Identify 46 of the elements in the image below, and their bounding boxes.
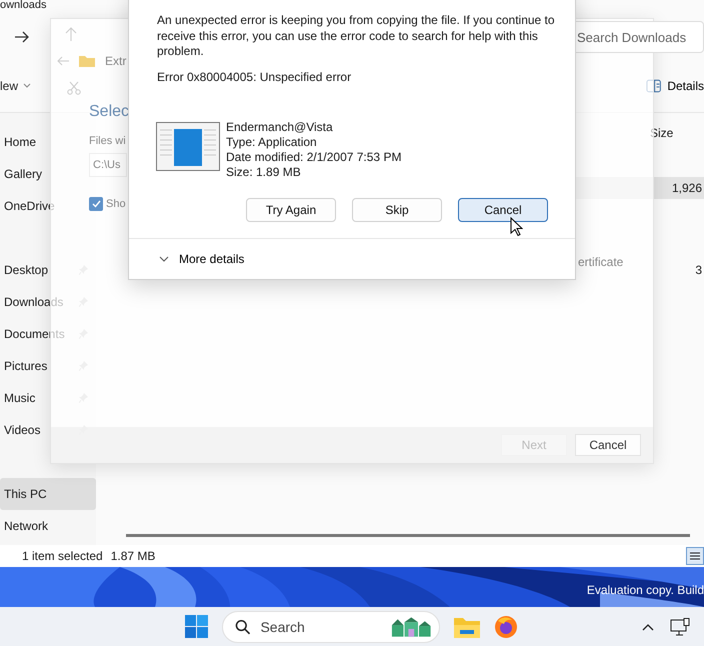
- breadcrumb: Extr: [105, 54, 126, 68]
- search-input[interactable]: Search: [258, 618, 382, 636]
- dialog-button[interactable]: Try Again: [246, 198, 336, 222]
- back-arrow-icon: [57, 56, 69, 66]
- forward-arrow-icon[interactable]: [14, 30, 30, 44]
- error-message: An unexpected error is keeping you from copying the file. If you continue to receive this error, you can use the error code to search for help with this problem.: [157, 13, 555, 60]
- file-date: Date modified: 2/1/2007 7:53 PM: [226, 150, 402, 164]
- file-thumbnail-icon: [156, 122, 220, 170]
- file-size: Size: 1.89 MB: [226, 164, 302, 180]
- scrollbar[interactable]: [126, 534, 690, 537]
- dialog-button[interactable]: Skip: [352, 198, 442, 222]
- status-text: 1 item selected: [22, 549, 103, 563]
- search-box[interactable]: Search: [222, 610, 440, 642]
- windows-start-icon[interactable]: [185, 615, 208, 638]
- sidebar-item[interactable]: This PC: [0, 478, 96, 510]
- wizard-button[interactable]: Cancel: [575, 434, 641, 456]
- wizard-heading: Selec: [89, 103, 130, 121]
- file-type: Type: Application: [226, 134, 318, 150]
- list-item-text: ertificate: [578, 255, 624, 269]
- chevron-down-icon: [159, 256, 169, 262]
- buildings-icon: [390, 616, 433, 636]
- check-icon: [92, 200, 100, 208]
- scissors-icon: [67, 81, 81, 95]
- file-name: Endermanch@Vista: [226, 120, 334, 134]
- folder-icon[interactable]: [454, 616, 480, 638]
- window-title: ownloads: [0, 0, 46, 11]
- search-icon: [235, 618, 250, 634]
- up-arrow-icon: [65, 27, 77, 41]
- field-label: Files wi: [89, 135, 126, 147]
- browser-icon[interactable]: [494, 614, 518, 638]
- more-details-toggle[interactable]: More details: [159, 252, 244, 266]
- sidebar-item[interactable]: Network: [0, 510, 96, 542]
- checkbox[interactable]: [89, 197, 103, 211]
- folder-icon: [79, 55, 95, 67]
- checkbox-label: Sho: [106, 198, 126, 210]
- mouse-pointer-icon: [510, 217, 523, 237]
- error-code: Error 0x80004005: Unspecified error: [157, 70, 352, 84]
- monitor-icon[interactable]: [670, 618, 690, 636]
- caret-icon: [23, 83, 32, 89]
- chevron-up-icon[interactable]: [642, 622, 654, 630]
- dialog-button[interactable]: Cancel: [458, 198, 548, 222]
- status-text: 1.87 MB: [110, 549, 156, 563]
- new-button[interactable]: lew: [0, 79, 32, 93]
- list-view-icon[interactable]: [686, 547, 704, 565]
- path-field[interactable]: C:\Us: [89, 153, 127, 177]
- evaluation-notice: Evaluation copy. Build: [586, 583, 704, 597]
